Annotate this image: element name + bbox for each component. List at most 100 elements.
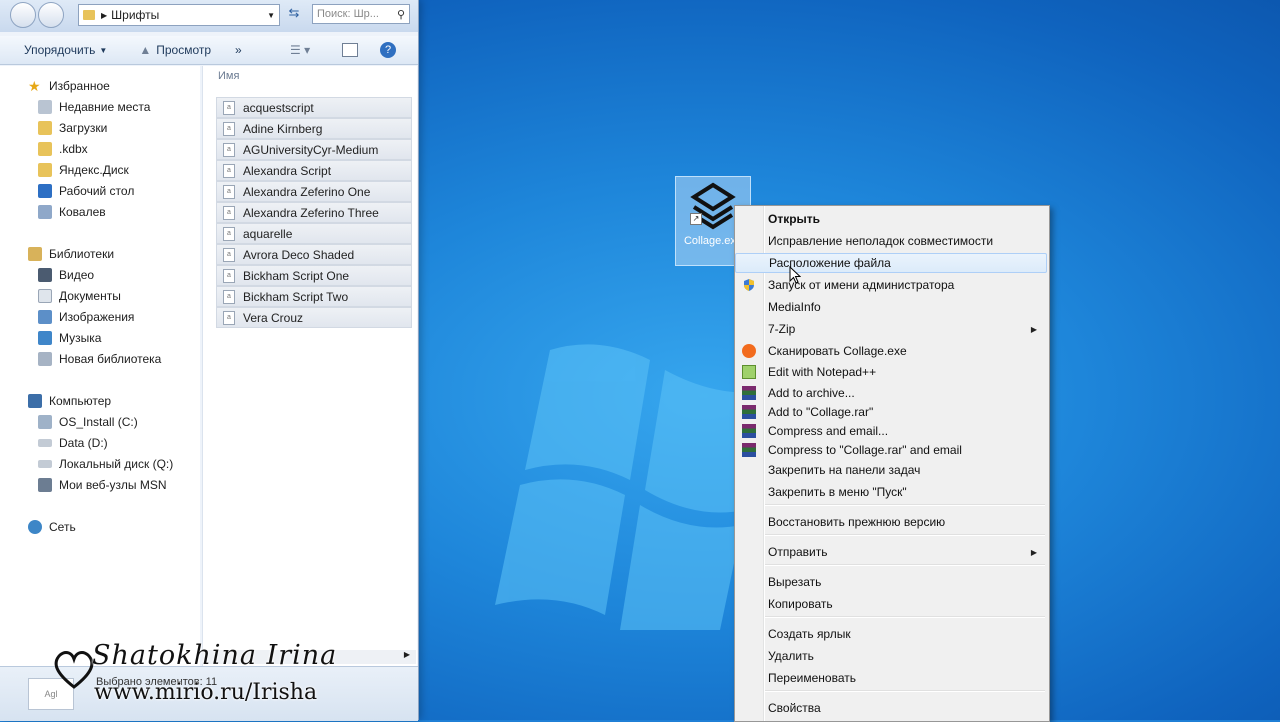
file-item[interactable]: a Bickham Script Two bbox=[216, 286, 412, 307]
search-input[interactable]: Поиск: Шр... ⚲ bbox=[312, 4, 410, 24]
menu-item-scan[interactable]: Сканировать Collage.exe bbox=[735, 341, 1047, 361]
menu-item-7zip[interactable]: 7-Zip ▶ bbox=[735, 319, 1047, 339]
menu-separator bbox=[765, 504, 1045, 506]
nav-item-recent[interactable]: Недавние места bbox=[38, 96, 150, 117]
file-item[interactable]: a acquestscript bbox=[216, 97, 412, 118]
organize-button[interactable]: Упорядочить ▼ bbox=[24, 43, 107, 57]
view-options-icon[interactable]: ☰ ▾ bbox=[290, 43, 310, 57]
file-item[interactable]: a Alexandra Zeferino Three bbox=[216, 202, 412, 223]
submenu-arrow-icon: ▶ bbox=[1030, 547, 1037, 557]
nav-item-video[interactable]: Видео bbox=[38, 264, 94, 285]
folder-icon bbox=[38, 141, 52, 156]
font-file-icon: a bbox=[223, 247, 235, 262]
nav-computer[interactable]: Компьютер bbox=[28, 390, 111, 411]
menu-item-pin-taskbar[interactable]: Закрепить на панели задач bbox=[735, 460, 1047, 480]
file-item[interactable]: a Adine Kirnberg bbox=[216, 118, 412, 139]
column-header-name[interactable]: Имя bbox=[218, 70, 239, 82]
file-item[interactable]: a AGUniversityCyr-Medium bbox=[216, 139, 412, 160]
nav-item-new-library[interactable]: Новая библиотека bbox=[38, 348, 161, 369]
menu-item-add-to-rar[interactable]: Add to "Collage.rar" bbox=[735, 402, 1047, 422]
nav-favorites[interactable]: ★ Избранное bbox=[28, 75, 110, 96]
mouse-cursor-icon bbox=[789, 266, 801, 284]
nav-item-downloads[interactable]: Загрузки bbox=[38, 117, 107, 138]
menu-item-delete[interactable]: Удалить bbox=[735, 646, 1047, 666]
menu-item-pin-start[interactable]: Закрепить в меню "Пуск" bbox=[735, 482, 1047, 502]
address-text: Шрифты bbox=[111, 8, 160, 22]
font-file-icon: a bbox=[223, 163, 235, 178]
file-item[interactable]: a aquarelle bbox=[216, 223, 412, 244]
computer-icon bbox=[28, 393, 42, 408]
file-item[interactable]: a Vera Crouz bbox=[216, 307, 412, 328]
menu-item-add-to-archive[interactable]: Add to archive... bbox=[735, 383, 1047, 403]
nav-item-documents[interactable]: Документы bbox=[38, 285, 121, 306]
nav-item-yandex-disk[interactable]: Яндекс.Диск bbox=[38, 159, 129, 180]
heart-logo-icon bbox=[54, 650, 94, 689]
folder-icon bbox=[38, 120, 52, 135]
menu-separator bbox=[765, 690, 1045, 692]
notepad-icon bbox=[742, 365, 756, 379]
watermark-url: www.mirio.ru/Irisha bbox=[94, 680, 318, 705]
menu-item-copy[interactable]: Копировать bbox=[735, 594, 1047, 614]
menu-item-send-to[interactable]: Отправить ▶ bbox=[735, 542, 1047, 562]
menu-item-cut[interactable]: Вырезать bbox=[735, 572, 1047, 592]
forward-button[interactable] bbox=[38, 2, 64, 28]
menu-item-properties[interactable]: Свойства bbox=[735, 698, 1047, 718]
font-file-icon: a bbox=[223, 226, 235, 241]
back-button[interactable] bbox=[10, 2, 36, 28]
file-item[interactable]: a Alexandra Zeferino One bbox=[216, 181, 412, 202]
nav-item-pictures[interactable]: Изображения bbox=[38, 306, 134, 327]
menu-separator bbox=[765, 534, 1045, 536]
command-bar: Упорядочить ▼ ▲ Просмотр » ☰ ▾ ? bbox=[0, 36, 418, 65]
view-icon: ▲ bbox=[139, 43, 152, 57]
nav-item-kdbx[interactable]: .kdbx bbox=[38, 138, 88, 159]
more-button[interactable]: » bbox=[235, 43, 242, 57]
nav-item-drive-d[interactable]: Data (D:) bbox=[38, 432, 108, 453]
menu-item-mediainfo[interactable]: MediaInfo bbox=[735, 297, 1047, 317]
font-file-icon: a bbox=[223, 289, 235, 304]
nav-item-kovalev[interactable]: Ковалев bbox=[38, 201, 106, 222]
nav-item-msn[interactable]: Мои веб-узлы MSN bbox=[38, 474, 166, 495]
menu-item-run-as-admin[interactable]: Запуск от имени администратора bbox=[735, 275, 1047, 295]
font-file-icon: a bbox=[223, 268, 235, 283]
menu-item-restore-previous[interactable]: Восстановить прежнюю версию bbox=[735, 512, 1047, 532]
breadcrumb-arrow-icon: ▶ bbox=[101, 10, 108, 20]
nav-item-music[interactable]: Музыка bbox=[38, 327, 101, 348]
address-field[interactable]: ▶ Шрифты ▼ bbox=[78, 4, 280, 26]
drive-icon bbox=[38, 459, 52, 468]
view-button[interactable]: ▲ Просмотр bbox=[139, 43, 211, 57]
file-item[interactable]: a Alexandra Script bbox=[216, 160, 412, 181]
refresh-button[interactable]: ⇆ bbox=[284, 5, 304, 25]
explorer-window: ▶ Шрифты ▼ ⇆ Поиск: Шр... ⚲ Упорядочить ▼… bbox=[0, 0, 419, 721]
windows-drive-icon bbox=[38, 414, 52, 429]
file-item[interactable]: a Avrora Deco Shaded bbox=[216, 244, 412, 265]
help-icon[interactable]: ? bbox=[380, 42, 396, 58]
star-icon: ★ bbox=[28, 77, 41, 94]
menu-item-create-shortcut[interactable]: Создать ярлык bbox=[735, 624, 1047, 644]
pictures-icon bbox=[38, 309, 52, 324]
documents-icon bbox=[38, 288, 52, 303]
menu-item-rename[interactable]: Переименовать bbox=[735, 668, 1047, 688]
chevron-down-icon[interactable]: ▼ bbox=[267, 11, 275, 20]
menu-item-open[interactable]: Открыть bbox=[735, 209, 1047, 229]
shortcut-arrow-icon: ↗ bbox=[690, 213, 702, 225]
winrar-icon bbox=[742, 386, 756, 400]
menu-item-troubleshoot-compatibility[interactable]: Исправление неполадок совместимости bbox=[735, 231, 1047, 251]
font-file-icon: a bbox=[223, 205, 235, 220]
scroll-right-icon[interactable]: ▶ bbox=[404, 650, 410, 659]
folder-icon bbox=[83, 10, 95, 20]
nav-item-drive-q[interactable]: Локальный диск (Q:) bbox=[38, 453, 173, 474]
network-icon bbox=[28, 519, 42, 534]
preview-pane-icon[interactable] bbox=[342, 43, 358, 57]
nav-network[interactable]: Сеть bbox=[28, 516, 76, 537]
font-file-icon: a bbox=[223, 310, 235, 325]
menu-item-compress-email[interactable]: Compress and email... bbox=[735, 421, 1047, 441]
nav-item-desktop[interactable]: Рабочий стол bbox=[38, 180, 134, 201]
menu-item-open-file-location[interactable]: Расположение файла bbox=[735, 253, 1047, 273]
file-item[interactable]: a Bickham Script One bbox=[216, 265, 412, 286]
drive-icon bbox=[38, 438, 52, 447]
menu-item-notepadpp[interactable]: Edit with Notepad++ bbox=[735, 362, 1047, 382]
menu-item-compress-rar-email[interactable]: Compress to "Collage.rar" and email bbox=[735, 440, 1047, 460]
nav-item-drive-c[interactable]: OS_Install (C:) bbox=[38, 411, 138, 432]
shield-icon bbox=[744, 279, 754, 291]
nav-libraries[interactable]: Библиотеки bbox=[28, 243, 114, 264]
